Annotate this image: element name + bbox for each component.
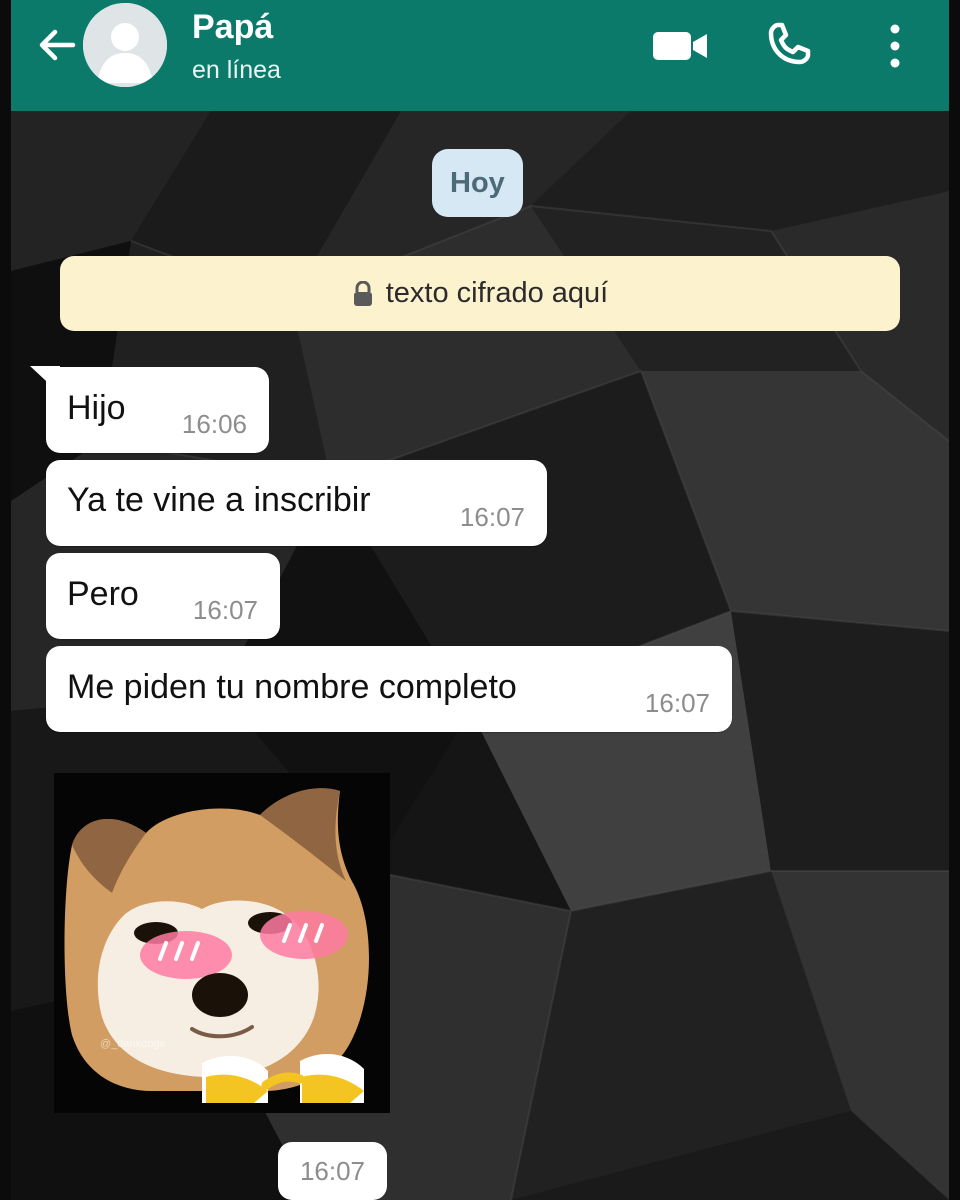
sticker-message[interactable]: @_dankdogs [54, 773, 390, 1113]
contact-avatar[interactable] [83, 3, 167, 87]
message-text: Me piden tu nombre completo [67, 668, 517, 706]
message-text: Pero [67, 575, 139, 613]
contact-name[interactable]: Papá [192, 8, 273, 47]
message-time: 16:07 [192, 595, 258, 625]
date-separator: Hoy [432, 149, 523, 217]
message-bubble[interactable]: Ya te vine a inscribir 16:07 [46, 460, 547, 546]
sticker-time: 16:07 [278, 1142, 387, 1200]
encryption-notice[interactable]: texto cifrado aquí [60, 256, 900, 331]
sticker-watermark: @_dankdogs [100, 1038, 165, 1050]
message-time: 16:07 [644, 688, 710, 718]
back-arrow-icon[interactable] [33, 22, 79, 68]
whatsapp-chat-screen: Papá en línea Hoy texto cifrado aquí Hij… [0, 0, 960, 1200]
message-text: Ya te vine a inscribir [67, 481, 371, 519]
message-bubble[interactable]: Pero 16:07 [46, 553, 280, 639]
video-call-icon[interactable] [651, 26, 711, 66]
message-time: 16:06 [181, 409, 247, 439]
message-bubble[interactable]: Me piden tu nombre completo 16:07 [46, 646, 732, 732]
encryption-notice-text: texto cifrado aquí [385, 277, 609, 309]
message-text: Hijo [67, 389, 126, 427]
contact-status: en línea [192, 56, 281, 84]
message-bubble[interactable]: Hijo 16:06 [46, 367, 269, 453]
more-options-icon[interactable] [883, 22, 907, 70]
chat-area[interactable]: Hoy texto cifrado aquí Hijo 16:06 Ya te … [11, 111, 949, 1200]
avatar-icon [83, 3, 167, 87]
lock-icon [353, 280, 372, 306]
message-time: 16:07 [459, 502, 525, 532]
blushing-shiba-dog-sticker [54, 773, 390, 1113]
chat-header: Papá en línea [11, 0, 949, 111]
phone-call-icon[interactable] [763, 20, 813, 70]
